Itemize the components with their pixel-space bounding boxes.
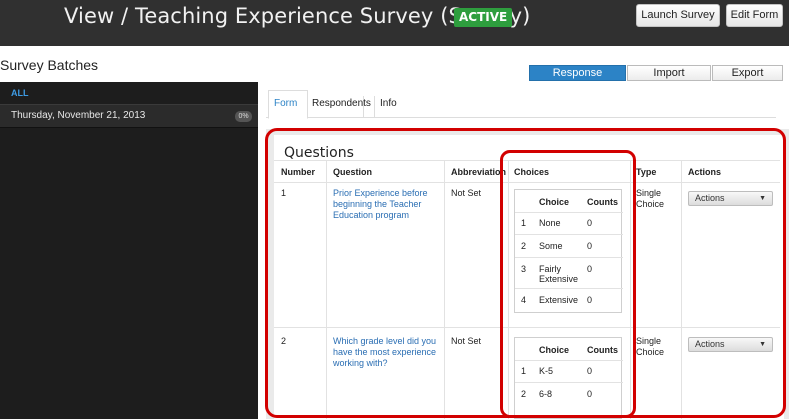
batch-progress-badge: 0%: [235, 111, 252, 122]
export-counts-button[interactable]: Export Counts: [712, 65, 783, 93]
batch-date: Thursday, November 21, 2013: [11, 110, 146, 121]
highlight-outline-choices: [500, 150, 636, 418]
launch-survey-button[interactable]: Launch Survey: [636, 4, 720, 27]
sidebar: ALL Thursday, November 21, 2013 0%: [0, 82, 258, 419]
tab-bar: Form Respondents Info: [266, 90, 776, 119]
sidebar-title: Survey Batches: [0, 57, 99, 73]
import-responses-button[interactable]: Import Responses: [627, 65, 711, 93]
sidebar-item-all[interactable]: ALL: [11, 88, 29, 98]
tab-info[interactable]: Info: [380, 98, 397, 109]
edit-form-button[interactable]: Edit Form: [726, 4, 783, 27]
tab-divider: [374, 96, 375, 118]
tab-form[interactable]: Form: [274, 98, 297, 109]
tab-respondents[interactable]: Respondents: [312, 98, 371, 109]
sidebar-item-batch[interactable]: Thursday, November 21, 2013 0%: [0, 104, 258, 128]
response-reporting-button[interactable]: Response Reporting: [529, 65, 626, 93]
status-badge: ACTIVE: [454, 8, 513, 27]
top-bar: View / Teaching Experience Survey (Surve…: [0, 0, 789, 46]
